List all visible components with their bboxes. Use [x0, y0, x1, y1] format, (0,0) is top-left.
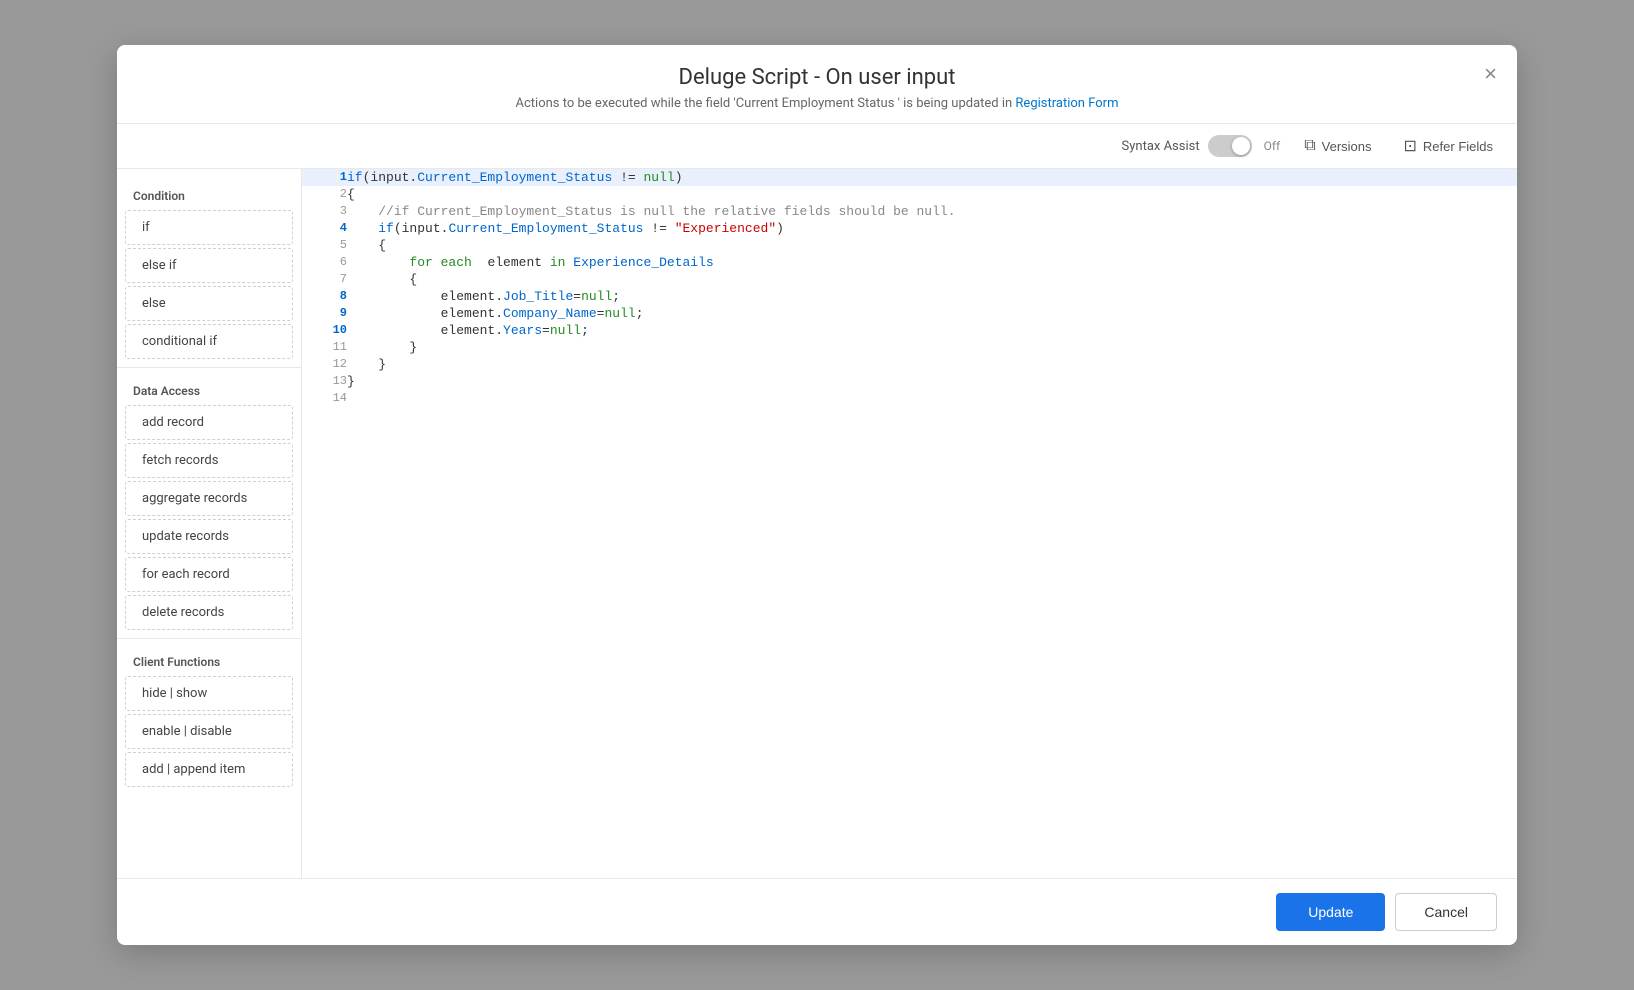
refer-fields-label: Refer Fields [1423, 139, 1493, 154]
subtitle-prefix: Actions to be executed while the field '… [516, 96, 1016, 111]
refer-fields-icon: ⊡ [1404, 136, 1417, 156]
line-num-13: 13 [302, 373, 347, 390]
sidebar-item-else-if[interactable]: else if [125, 248, 293, 283]
line-content-8: element.Job_Title=null; [347, 288, 1517, 305]
code-line-12: 12 } [302, 356, 1517, 373]
sidebar-item-fetch-records[interactable]: fetch records [125, 443, 293, 478]
toggle-knob [1232, 137, 1250, 155]
sidebar-item-enable-disable[interactable]: enable | disable [125, 714, 293, 749]
sidebar-item-delete-records[interactable]: delete records [125, 595, 293, 630]
update-button[interactable]: Update [1276, 893, 1385, 931]
line-num-12: 12 [302, 356, 347, 373]
code-line-9: 9 element.Company_Name=null; [302, 305, 1517, 322]
line-num-1: 1 [302, 169, 347, 186]
line-content-4: if(input.Current_Employment_Status != "E… [347, 220, 1517, 237]
line-content-6: for each element in Experience_Details [347, 254, 1517, 271]
main-content: Condition if else if else conditional if… [117, 169, 1517, 878]
section-divider-2 [117, 638, 301, 639]
line-content-11: } [347, 339, 1517, 356]
code-line-10: 10 element.Years=null; [302, 322, 1517, 339]
sidebar-item-else[interactable]: else [125, 286, 293, 321]
sidebar-item-hide-show[interactable]: hide | show [125, 676, 293, 711]
deluge-script-modal: Deluge Script - On user input Actions to… [117, 45, 1517, 945]
line-num-5: 5 [302, 237, 347, 254]
close-button[interactable]: × [1484, 63, 1497, 85]
toolbar: Syntax Assist Off ⧉ Versions ⊡ Refer Fie… [117, 124, 1517, 169]
line-content-7: { [347, 271, 1517, 288]
line-num-2: 2 [302, 186, 347, 203]
line-num-7: 7 [302, 271, 347, 288]
sidebar-item-add-append-item[interactable]: add | append item [125, 752, 293, 787]
line-num-6: 6 [302, 254, 347, 271]
line-num-3: 3 [302, 203, 347, 220]
sidebar-item-add-record[interactable]: add record [125, 405, 293, 440]
code-line-7: 7 { [302, 271, 1517, 288]
sidebar-item-if[interactable]: if [125, 210, 293, 245]
refer-fields-button[interactable]: ⊡ Refer Fields [1396, 132, 1501, 160]
versions-label: Versions [1322, 139, 1372, 154]
line-content-3: //if Current_Employment_Status is null t… [347, 203, 1517, 220]
line-num-4: 4 [302, 220, 347, 237]
line-content-2: { [347, 186, 1517, 203]
sidebar-item-update-records[interactable]: update records [125, 519, 293, 554]
versions-icon: ⧉ [1304, 137, 1315, 155]
code-editor[interactable]: 1 if(input.Current_Employment_Status != … [302, 169, 1517, 878]
line-num-11: 11 [302, 339, 347, 356]
line-num-9: 9 [302, 305, 347, 322]
line-content-10: element.Years=null; [347, 322, 1517, 339]
code-line-6: 6 for each element in Experience_Details [302, 254, 1517, 271]
code-line-8: 8 element.Job_Title=null; [302, 288, 1517, 305]
code-line-4: 4 if(input.Current_Employment_Status != … [302, 220, 1517, 237]
registration-form-link[interactable]: Registration Form [1015, 96, 1118, 111]
line-num-14: 14 [302, 390, 347, 407]
cancel-button[interactable]: Cancel [1395, 893, 1497, 931]
line-content-12: } [347, 356, 1517, 373]
code-line-2: 2 { [302, 186, 1517, 203]
condition-section-title: Condition [117, 181, 301, 207]
code-line-3: 3 //if Current_Employment_Status is null… [302, 203, 1517, 220]
line-content-5: { [347, 237, 1517, 254]
modal-title: Deluge Script - On user input [141, 65, 1493, 90]
code-line-11: 11 } [302, 339, 1517, 356]
modal-footer: Update Cancel [117, 878, 1517, 945]
versions-button[interactable]: ⧉ Versions [1296, 133, 1379, 159]
sidebar: Condition if else if else conditional if… [117, 169, 302, 878]
toggle-off-label: Off [1264, 139, 1281, 153]
modal-header: Deluge Script - On user input Actions to… [117, 45, 1517, 124]
code-line-5: 5 { [302, 237, 1517, 254]
line-content-14 [347, 390, 1517, 407]
line-num-8: 8 [302, 288, 347, 305]
client-functions-section-title: Client Functions [117, 647, 301, 673]
line-num-10: 10 [302, 322, 347, 339]
sidebar-item-conditional-if[interactable]: conditional if [125, 324, 293, 359]
modal-subtitle: Actions to be executed while the field '… [141, 96, 1493, 111]
line-content-9: element.Company_Name=null; [347, 305, 1517, 322]
code-table: 1 if(input.Current_Employment_Status != … [302, 169, 1517, 407]
syntax-assist-control: Syntax Assist Off [1122, 135, 1281, 157]
syntax-assist-label: Syntax Assist [1122, 139, 1200, 154]
sidebar-item-aggregate-records[interactable]: aggregate records [125, 481, 293, 516]
line-content-1: if(input.Current_Employment_Status != nu… [347, 169, 1517, 186]
syntax-assist-toggle[interactable] [1208, 135, 1252, 157]
code-line-14: 14 [302, 390, 1517, 407]
sidebar-item-for-each-record[interactable]: for each record [125, 557, 293, 592]
code-line-13: 13 } [302, 373, 1517, 390]
line-content-13: } [347, 373, 1517, 390]
code-line-1: 1 if(input.Current_Employment_Status != … [302, 169, 1517, 186]
data-access-section-title: Data Access [117, 376, 301, 402]
section-divider-1 [117, 367, 301, 368]
